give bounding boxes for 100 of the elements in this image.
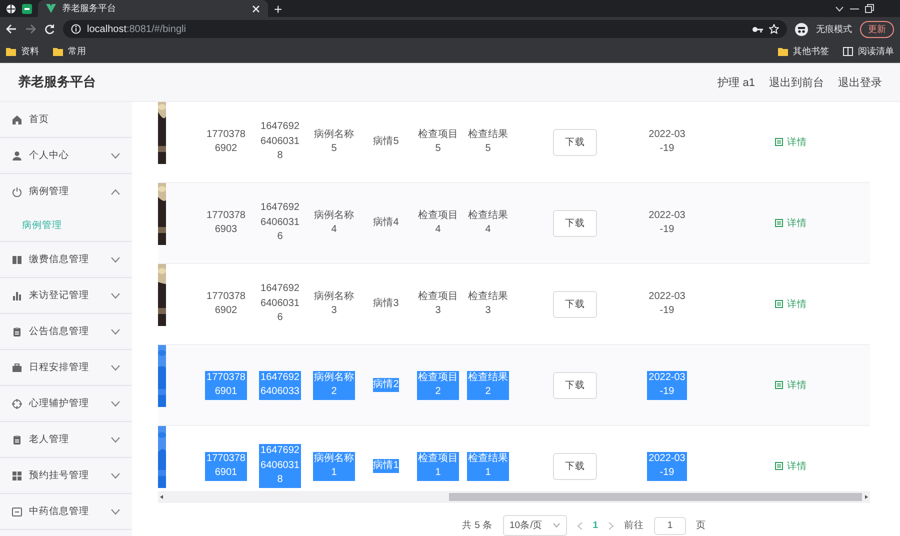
briefcase-icon (12, 362, 22, 372)
crosshair-icon (12, 398, 22, 408)
exam-result-cell-text: 检查结果4 (467, 208, 509, 237)
scroll-left-icon (158, 493, 166, 502)
close-icon[interactable] (252, 4, 260, 12)
case-number-cell-text: 164769264060316 (260, 201, 300, 244)
header-link[interactable]: 退出登录 (838, 74, 882, 90)
chevron-down-icon (552, 523, 560, 528)
condition-cell: 病情2 (373, 378, 399, 392)
horizontal-scrollbar[interactable] (158, 491, 870, 503)
globe-icon (6, 4, 16, 14)
date-cell: 2022-03-19 (647, 370, 687, 400)
phone-cell-text: 17703786902 (206, 128, 246, 156)
reading-list-icon (843, 47, 853, 56)
home-icon (12, 114, 22, 124)
case-number-cell-text: 164769264060316 (260, 282, 300, 326)
bookmark[interactable]: 资料 (6, 45, 39, 58)
sidebar-item[interactable]: 日程安排管理 (0, 350, 132, 386)
vue-icon (46, 4, 56, 13)
sidebar-item[interactable]: 公告信息管理 (0, 314, 132, 350)
detail-link[interactable]: 详情 (775, 136, 807, 148)
key-icon[interactable] (752, 26, 763, 32)
clipboard-icon (12, 326, 22, 336)
app-icon (22, 4, 32, 14)
minimize-icon[interactable] (850, 6, 859, 12)
bookmark[interactable]: 常用 (53, 45, 86, 58)
grid-icon (12, 470, 22, 480)
date-cell-text: 2022-03-19 (648, 290, 686, 318)
document-icon (775, 138, 783, 146)
bar-chart-icon (12, 290, 22, 300)
header-link[interactable]: 退出到前台 (769, 74, 824, 90)
document-icon (775, 300, 783, 308)
bookmark[interactable]: 其他书签 (778, 45, 829, 58)
document-icon (775, 462, 783, 470)
exam-item-cell-text: 检查项目3 (417, 290, 459, 318)
exam-result-cell-text: 检查结果5 (467, 128, 509, 156)
forward-icon[interactable] (25, 24, 36, 34)
exam-item-cell-text: 检查项目5 (417, 128, 459, 156)
page-input[interactable]: 1 (654, 516, 686, 534)
bookmark[interactable]: 阅读清单 (843, 45, 894, 58)
exam-result-cell-text: 检查结果3 (467, 290, 509, 318)
user-icon (12, 150, 22, 160)
phone-cell: 17703786901 (205, 452, 247, 480)
folder-icon (778, 47, 788, 56)
case-name-cell-text: 病例名称4 (313, 208, 355, 237)
date-cell: 2022-03-19 (647, 452, 687, 480)
new-tab-button[interactable]: + (274, 2, 282, 16)
exam-item-cell-text: 检查项目4 (417, 208, 459, 237)
date-cell-text: 2022-03-19 (648, 128, 686, 156)
total-count: 共 5 条 (462, 519, 493, 532)
document-icon (775, 219, 783, 227)
sidebar-item[interactable]: 个人中心 (0, 138, 132, 174)
case-number-cell: 164769264060318 (259, 444, 301, 488)
folder-icon (6, 47, 16, 56)
page-size-select[interactable]: 10条/页 (502, 515, 567, 536)
sidebar-item[interactable]: 心理辅护管理 (0, 386, 132, 422)
browser-tab[interactable]: 养老服务平台 (38, 0, 268, 17)
sidebar-item[interactable]: 首页 (0, 102, 132, 138)
sidebar-item[interactable]: 缴费信息管理 (0, 242, 132, 278)
case-name-cell-text: 病例名称3 (313, 290, 355, 318)
sidebar-item[interactable]: 预约挂号管理 (0, 458, 132, 494)
case-number-cell: 16476926406033 (259, 370, 301, 400)
download-button[interactable]: 下载 (553, 372, 597, 398)
sidebar-item[interactable]: 来访登记管理 (0, 278, 132, 314)
download-button[interactable]: 下载 (553, 290, 597, 318)
user-name: 护理 a1 (718, 76, 755, 90)
reload-icon[interactable] (44, 24, 55, 34)
power-icon (12, 186, 22, 196)
sidebar-item[interactable]: 老人管理 (0, 422, 132, 458)
phone-cell-text: 17703786903 (206, 208, 246, 237)
detail-link[interactable]: 详情 (775, 460, 807, 472)
exam-result-cell: 检查结果2 (467, 370, 509, 400)
info-icon (71, 24, 81, 34)
case-name-cell: 病例名称2 (313, 370, 355, 400)
condition-cell: 病情1 (373, 458, 399, 474)
detail-link[interactable]: 详情 (775, 298, 807, 310)
incognito-icon (795, 22, 808, 36)
star-icon[interactable] (769, 24, 779, 34)
condition-cell-text: 病情4 (373, 216, 399, 230)
back-icon[interactable] (6, 24, 17, 34)
condition-cell-text: 病情3 (373, 296, 399, 311)
restore-icon[interactable] (865, 4, 874, 13)
download-button[interactable]: 下载 (553, 128, 597, 156)
folder-icon (53, 47, 63, 56)
address-bar[interactable]: localhost:8081/#/bingli (63, 20, 787, 38)
download-button[interactable]: 下载 (553, 452, 597, 480)
exam-result-cell: 检查结果1 (467, 452, 509, 480)
clipboard-icon (12, 434, 22, 444)
download-button[interactable]: 下载 (553, 210, 597, 236)
chevron-down-icon[interactable] (835, 6, 844, 12)
phone-cell: 17703786901 (205, 370, 247, 400)
page-suffix: 页 (696, 519, 706, 532)
case-name-cell: 病例名称1 (313, 452, 355, 480)
phone-cell-text: 17703786902 (206, 290, 246, 318)
sidebar-item[interactable]: 病例管理 (0, 174, 132, 209)
goto-label: 前往 (624, 519, 644, 532)
sidebar-item[interactable]: 中药信息管理 (0, 494, 132, 530)
document-icon (775, 381, 783, 389)
book-icon (12, 254, 22, 264)
update-button[interactable]: 更新 (860, 20, 894, 38)
